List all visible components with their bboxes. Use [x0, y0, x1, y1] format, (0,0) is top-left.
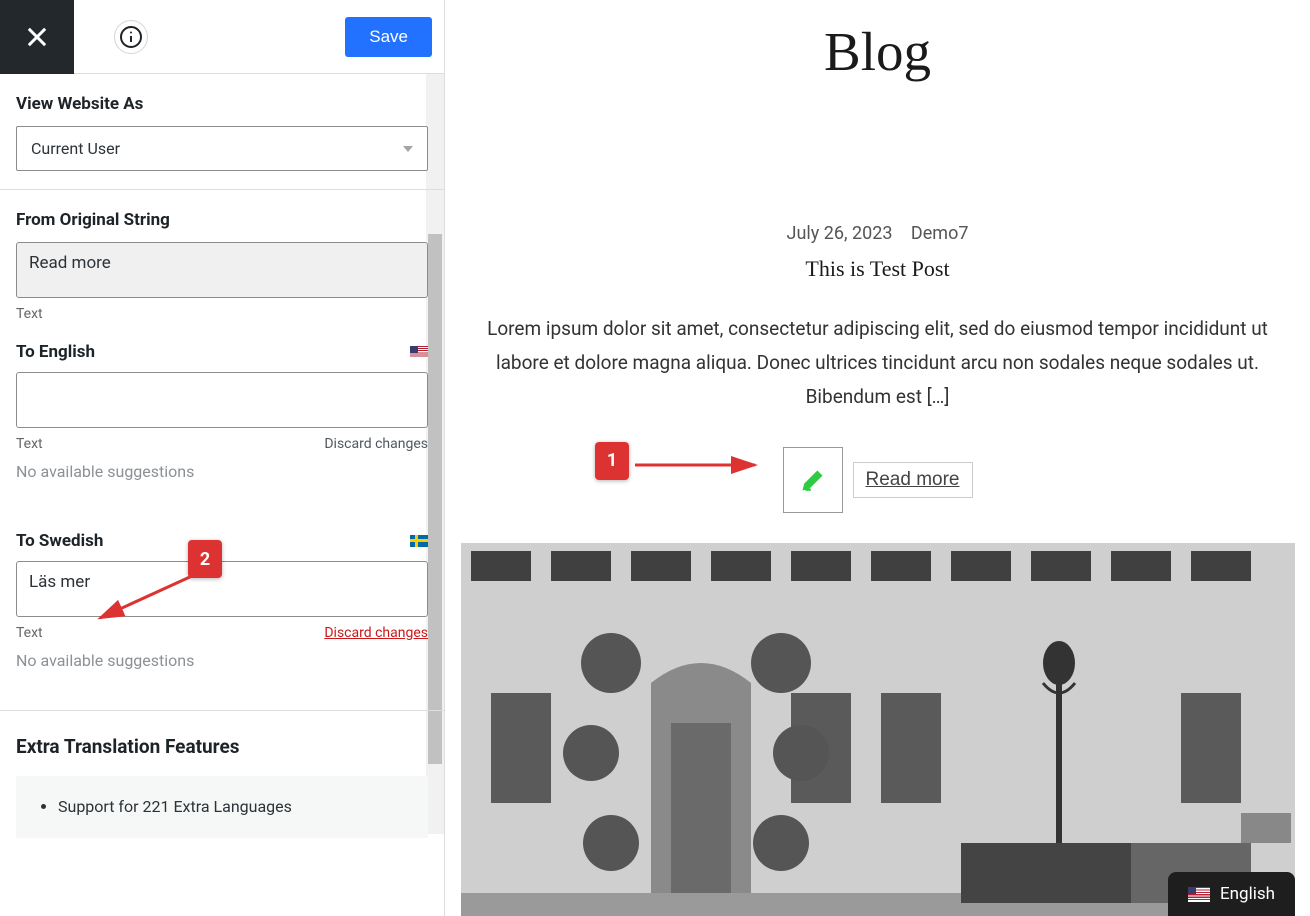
extra-feature-item: Support for 221 Extra Languages — [58, 794, 410, 820]
view-as-value: Current User — [31, 139, 120, 158]
view-as-label: View Website As — [16, 94, 428, 114]
language-switcher-label: English — [1220, 884, 1275, 904]
view-as-select[interactable]: Current User — [16, 126, 428, 171]
discard-english[interactable]: Discard changes — [324, 436, 428, 452]
annotation-1-arrow — [635, 455, 765, 475]
annotation-1: 1 — [595, 442, 629, 480]
readmore-row: 1 Read more — [455, 447, 1300, 513]
us-flag-icon — [410, 346, 428, 358]
annotation-1-badge: 1 — [595, 442, 629, 480]
post-date: July 26, 2023 — [787, 223, 893, 244]
blog-title: Blog — [455, 20, 1300, 83]
language-switcher[interactable]: English — [1168, 872, 1295, 916]
to-swedish-field[interactable] — [16, 561, 428, 617]
no-suggestions-en: No available suggestions — [16, 462, 428, 481]
page-preview: Blog July 26, 2023 Demo7 This is Test Po… — [445, 0, 1310, 916]
text-hint: Text — [16, 306, 43, 322]
to-swedish-label: To Swedish — [16, 531, 103, 551]
to-english-field[interactable] — [16, 372, 428, 428]
from-original-field — [16, 242, 428, 298]
discard-swedish[interactable]: Discard changes — [324, 625, 428, 641]
to-english-label: To English — [16, 342, 95, 362]
from-original-label: From Original String — [16, 210, 428, 230]
sidebar-panel: View Website As Current User From Origin… — [0, 74, 444, 916]
post-excerpt: Lorem ipsum dolor sit amet, consectetur … — [468, 312, 1288, 415]
info-button[interactable] — [114, 20, 148, 54]
extra-features-box: Support for 221 Extra Languages — [16, 776, 428, 838]
close-button[interactable] — [0, 0, 74, 74]
translation-sidebar: Save View Website As Current User — [0, 0, 445, 916]
post-featured-image — [461, 543, 1295, 916]
annotation-2-arrow — [92, 570, 212, 630]
us-flag-icon — [1188, 887, 1210, 902]
close-icon — [23, 23, 51, 51]
save-button[interactable]: Save — [345, 17, 432, 57]
edit-translation-button[interactable] — [783, 447, 843, 513]
post-meta: July 26, 2023 Demo7 — [455, 223, 1300, 244]
text-hint-en: Text — [16, 436, 43, 452]
post-author: Demo7 — [911, 223, 969, 244]
pencil-icon — [800, 467, 826, 493]
chevron-down-icon — [403, 146, 413, 152]
no-suggestions-sv: No available suggestions — [16, 651, 428, 670]
se-flag-icon — [410, 535, 428, 547]
post-title[interactable]: This is Test Post — [455, 256, 1300, 282]
text-hint-sv: Text — [16, 625, 43, 641]
read-more-button[interactable]: Read more — [853, 462, 973, 498]
info-icon — [119, 25, 143, 49]
extra-features-title: Extra Translation Features — [16, 735, 428, 758]
topbar: Save — [0, 0, 444, 74]
